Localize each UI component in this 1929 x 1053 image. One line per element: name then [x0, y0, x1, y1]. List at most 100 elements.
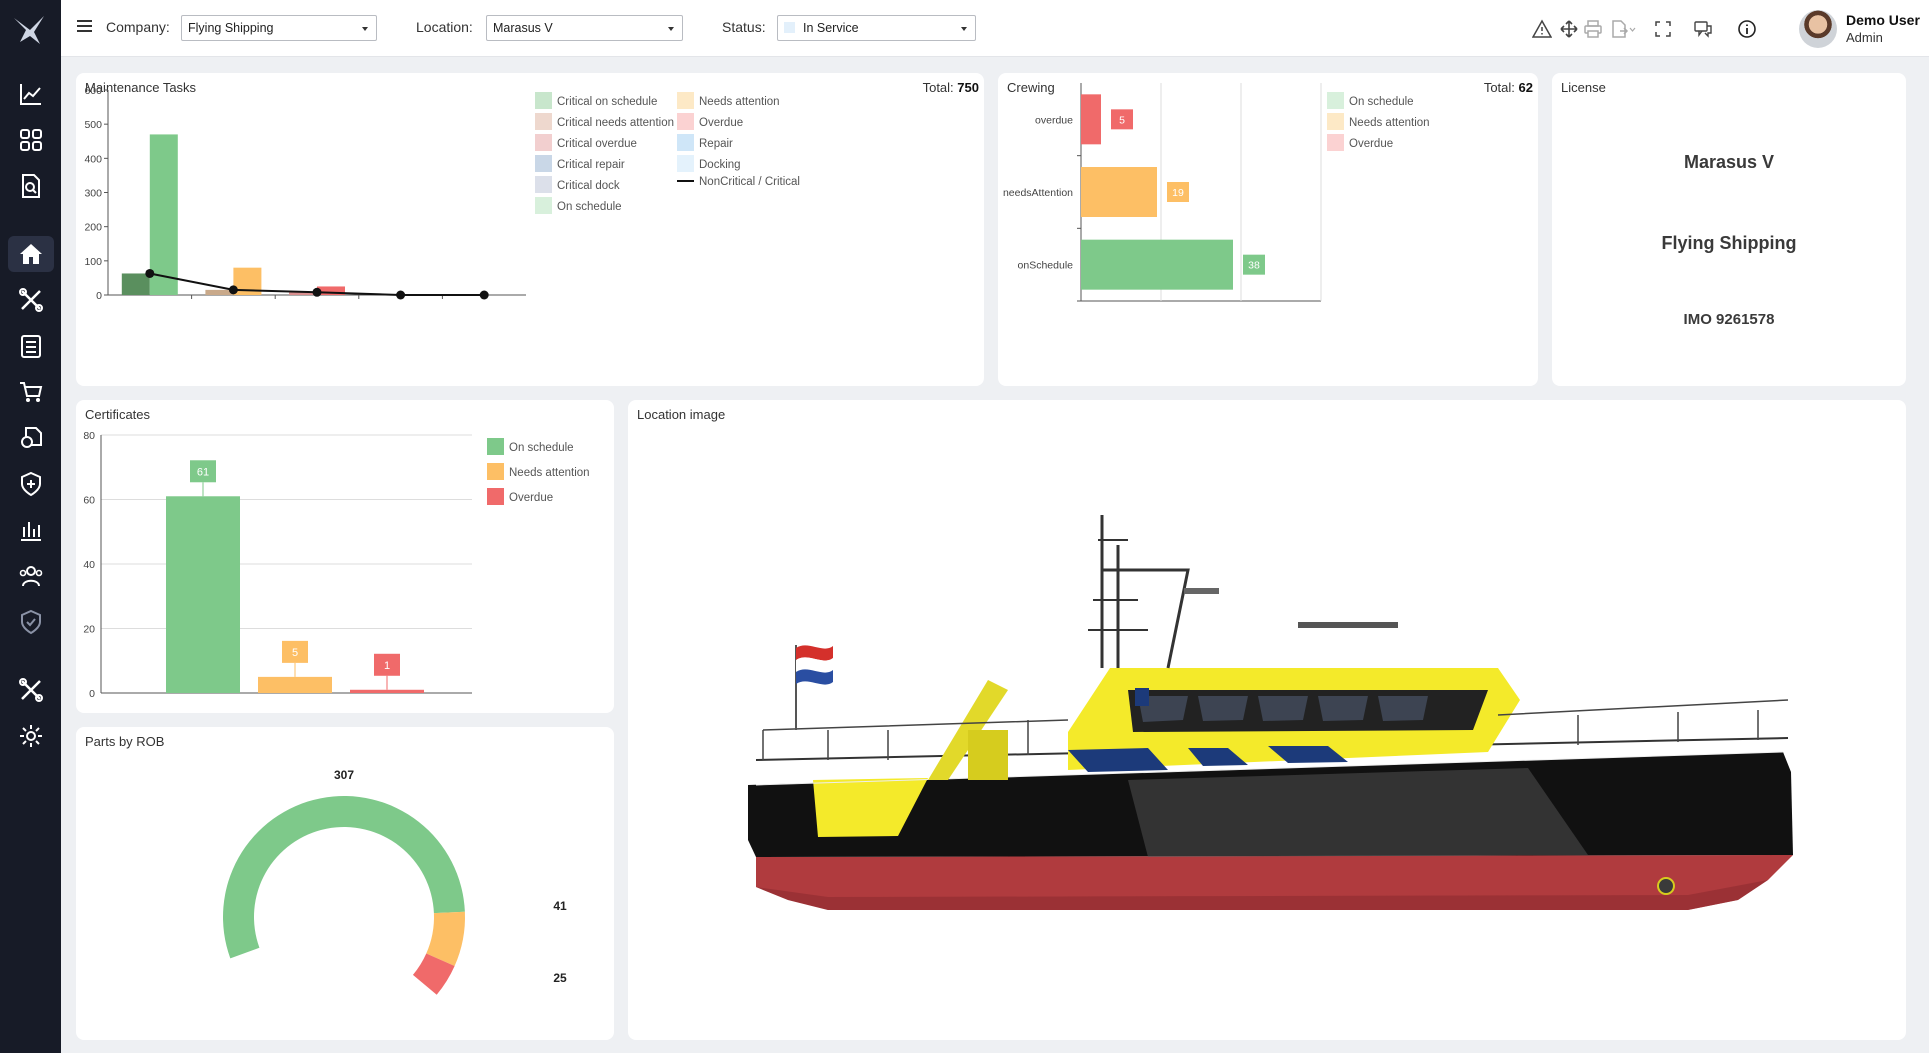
legend-item[interactable]: Overdue [1327, 134, 1393, 151]
sidebar-item-checklist[interactable] [8, 328, 54, 364]
legend-item[interactable]: Needs attention [1327, 113, 1430, 130]
ratio-point [145, 268, 155, 278]
sidebar-item-settings[interactable] [8, 718, 54, 754]
legend-label: Docking [699, 159, 741, 171]
chat-icon[interactable] [1693, 19, 1713, 39]
legend-swatch [677, 92, 694, 109]
sidebar-item-analytics[interactable] [8, 76, 54, 112]
ratio-point [228, 285, 238, 295]
cert-bar [258, 676, 332, 693]
legend-item[interactable]: On schedule [535, 197, 622, 214]
users-icon [19, 566, 43, 587]
legend-label: On schedule [1349, 96, 1414, 108]
y-tick-label: 0 [89, 688, 95, 700]
certificates-card: Certificates 0 20 40 60 80 61 5 1 On schedule Ne… [76, 400, 614, 713]
legend-label: Critical dock [557, 180, 620, 192]
legend-swatch [677, 134, 694, 151]
print-icon[interactable] [1583, 19, 1603, 39]
status-value: In Service [803, 21, 859, 35]
legend-swatch [535, 134, 552, 151]
y-tick-label: 600 [84, 85, 102, 97]
top-bar: Company: Flying Shipping Location: Maras… [61, 0, 1929, 57]
sidebar-item-compliance[interactable] [8, 604, 54, 640]
legend-item[interactable]: Overdue [487, 488, 553, 505]
legend-item[interactable]: Needs attention [487, 463, 590, 480]
export-icon[interactable] [1610, 19, 1636, 39]
tools-icon [19, 288, 43, 312]
legend-item[interactable]: Needs attention [677, 92, 780, 109]
sidebar-item-maintenance[interactable] [8, 282, 54, 318]
menu-icon[interactable] [77, 20, 92, 34]
license-company: Flying Shipping [1661, 233, 1797, 253]
data-label: 5 [292, 647, 298, 659]
legend-label: On schedule [509, 442, 574, 454]
sidebar-item-home[interactable] [8, 236, 54, 272]
fullscreen-icon[interactable] [1653, 19, 1673, 39]
sidebar-item-crew[interactable] [8, 558, 54, 594]
legend-swatch [535, 197, 552, 214]
y-tick-label: needsAttention [1003, 187, 1073, 199]
crew-bar [1081, 167, 1157, 217]
legend-item[interactable]: Critical repair [535, 155, 625, 172]
legend-item[interactable]: Critical on schedule [535, 92, 657, 109]
data-label: 38 [1248, 260, 1260, 272]
legend-label: Critical repair [557, 159, 625, 171]
location-image-card: Location image [628, 400, 1906, 1040]
legend-swatch [535, 155, 552, 172]
maintenance-chart: 0 100 200 300 400 500 600 [84, 85, 526, 302]
status-label: Status: [722, 19, 766, 35]
legend-item[interactable]: NonCritical / Critical [677, 176, 800, 188]
legend-item[interactable]: Critical needs attention [535, 113, 674, 130]
y-tick-label: 500 [84, 119, 102, 131]
parts-chart: 307 41 25 [222, 768, 567, 995]
legend-item[interactable]: On schedule [1327, 92, 1414, 109]
legend-item[interactable]: Critical overdue [535, 134, 637, 151]
legend-label: Overdue [509, 492, 554, 504]
shield-plus-icon [21, 471, 41, 497]
info-icon[interactable] [1737, 19, 1757, 39]
legend-swatch [1327, 92, 1344, 109]
legend-swatch [1327, 134, 1344, 151]
legend-label: Critical needs attention [557, 117, 674, 129]
card-title: License [1561, 80, 1606, 95]
logo[interactable] [10, 10, 51, 50]
license-vessel: Marasus V [1683, 152, 1775, 172]
warning-icon[interactable] [1531, 19, 1553, 39]
sidebar-item-tools[interactable] [8, 672, 54, 708]
move-icon[interactable] [1559, 19, 1579, 39]
legend-item[interactable]: On schedule [487, 438, 574, 455]
crew-bar [1081, 94, 1101, 145]
vessel-image [748, 515, 1793, 910]
status-swatch [784, 22, 795, 33]
license-imo: IMO 9261578 [1683, 311, 1775, 328]
legend-swatch [535, 92, 552, 109]
sidebar-item-document-search[interactable] [8, 168, 54, 204]
sidebar-item-safety[interactable] [8, 466, 54, 502]
status-select[interactable]: In Service [777, 15, 976, 41]
data-label: 307 [334, 768, 354, 782]
legend-swatch [535, 176, 552, 193]
legend-label: Needs attention [699, 96, 780, 108]
legend-item[interactable]: Critical dock [535, 176, 620, 193]
company-select[interactable]: Flying Shipping [181, 15, 377, 41]
bar-chart-icon [21, 522, 41, 541]
checklist-icon [21, 335, 41, 358]
location-select[interactable]: Marasus V [486, 15, 683, 41]
legend-item[interactable]: Docking [677, 155, 741, 172]
critical-bar [121, 273, 150, 295]
y-tick-label: 400 [84, 153, 102, 165]
noncritical-bar [149, 134, 178, 295]
data-label: 25 [553, 971, 567, 985]
legend-label: Repair [699, 138, 733, 150]
sidebar [0, 0, 61, 1053]
ratio-point [479, 290, 489, 300]
legend-item[interactable]: Repair [677, 134, 733, 151]
y-tick-label: 100 [84, 256, 102, 268]
avatar[interactable] [1799, 10, 1837, 48]
sidebar-item-grid[interactable] [8, 122, 54, 158]
documents-icon [21, 427, 42, 448]
sidebar-item-documents[interactable] [8, 420, 54, 456]
legend-item[interactable]: Overdue [677, 113, 743, 130]
sidebar-item-reports[interactable] [8, 512, 54, 548]
sidebar-item-purchasing[interactable] [8, 374, 54, 410]
